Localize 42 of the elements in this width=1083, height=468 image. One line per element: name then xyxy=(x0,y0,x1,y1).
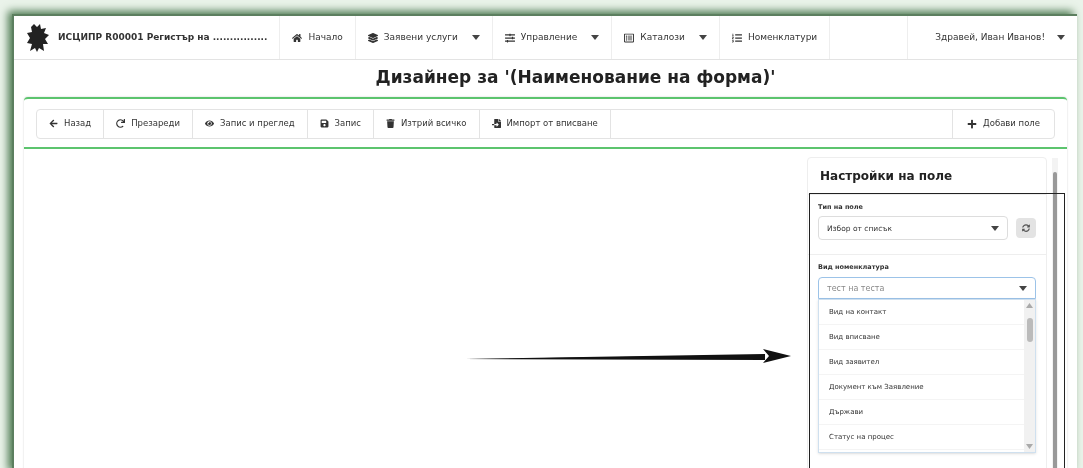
numbered-list-icon xyxy=(731,32,742,43)
user-menu[interactable]: Здравей, Иван Иванов! xyxy=(907,16,1077,59)
nav-link[interactable]: Управление xyxy=(492,16,613,59)
add-field-button[interactable]: Добави поле xyxy=(952,109,1054,138)
home-icon xyxy=(292,32,303,43)
caret-icon xyxy=(991,225,999,231)
save-icon xyxy=(319,119,329,128)
file-import-icon xyxy=(491,119,501,128)
trash-icon xyxy=(385,119,395,128)
toolbar-button[interactable]: Презареди xyxy=(104,109,193,138)
nav-link[interactable]: Начало xyxy=(280,16,356,59)
plus-icon xyxy=(967,118,978,129)
panel-title: Настройки на поле xyxy=(808,157,1046,195)
panel-scrollbar[interactable] xyxy=(1052,157,1058,468)
toolbar-button[interactable]: Назад xyxy=(37,109,105,138)
brand-title[interactable]: ИСЦИПР R00001 Регистър на ................ xyxy=(58,30,268,45)
toolbar-button[interactable]: Запис xyxy=(307,109,374,138)
refresh-button[interactable] xyxy=(1016,218,1036,239)
reload-icon xyxy=(116,119,126,128)
caret-icon xyxy=(1019,285,1027,291)
nav-link[interactable]: Каталози xyxy=(612,16,720,59)
nomenclature-select[interactable]: тест на теста xyxy=(818,277,1036,299)
scroll-up-icon xyxy=(1026,303,1033,308)
list-box-icon xyxy=(624,32,635,43)
toolbar-button[interactable]: Импорт от вписване xyxy=(479,109,611,138)
layers-icon xyxy=(367,32,378,43)
caret-icon xyxy=(1057,35,1065,40)
arrow-left-icon xyxy=(49,119,58,128)
scrollbar[interactable] xyxy=(1024,300,1035,452)
toolbar-button[interactable]: Изтрий всичко xyxy=(373,109,480,138)
page-title: Дизайнер за '(Наименование на форма)' xyxy=(374,66,777,89)
caret-icon xyxy=(471,35,480,40)
nav-link[interactable]: Номенклатури xyxy=(719,16,831,59)
sliders-icon xyxy=(504,32,515,43)
toolbar-button[interactable]: Запис и преглед xyxy=(193,109,308,138)
caret-icon xyxy=(591,35,600,40)
caret-icon xyxy=(698,35,707,40)
eye-icon xyxy=(205,119,214,128)
scroll-down-icon xyxy=(1026,444,1033,449)
nav-link[interactable]: Заявени услуги xyxy=(355,16,493,59)
refresh-icon xyxy=(1022,224,1030,233)
scroll-thumb[interactable] xyxy=(1026,318,1033,342)
